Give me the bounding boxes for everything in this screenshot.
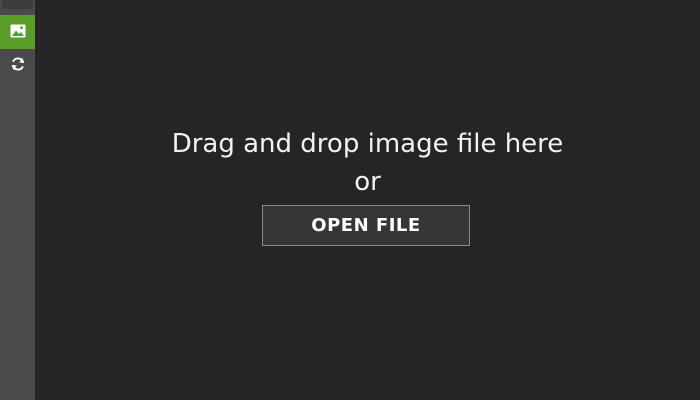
drop-instruction-text: Drag and drop image file here [171,129,564,159]
sidebar-item-refresh[interactable] [0,49,35,83]
sidebar-item-image[interactable] [0,15,35,49]
sidebar-top-tab-bar [2,0,33,9]
refresh-icon [10,56,26,76]
drop-or-text: or [354,167,381,197]
open-file-button[interactable]: OPEN FILE [262,205,470,246]
image-icon [10,23,26,42]
app-window: Drag and drop image file here or OPEN FI… [0,0,700,400]
sidebar-top-tab[interactable] [0,0,35,13]
drop-zone[interactable]: Drag and drop image file here or OPEN FI… [35,0,700,400]
sidebar [0,0,35,400]
